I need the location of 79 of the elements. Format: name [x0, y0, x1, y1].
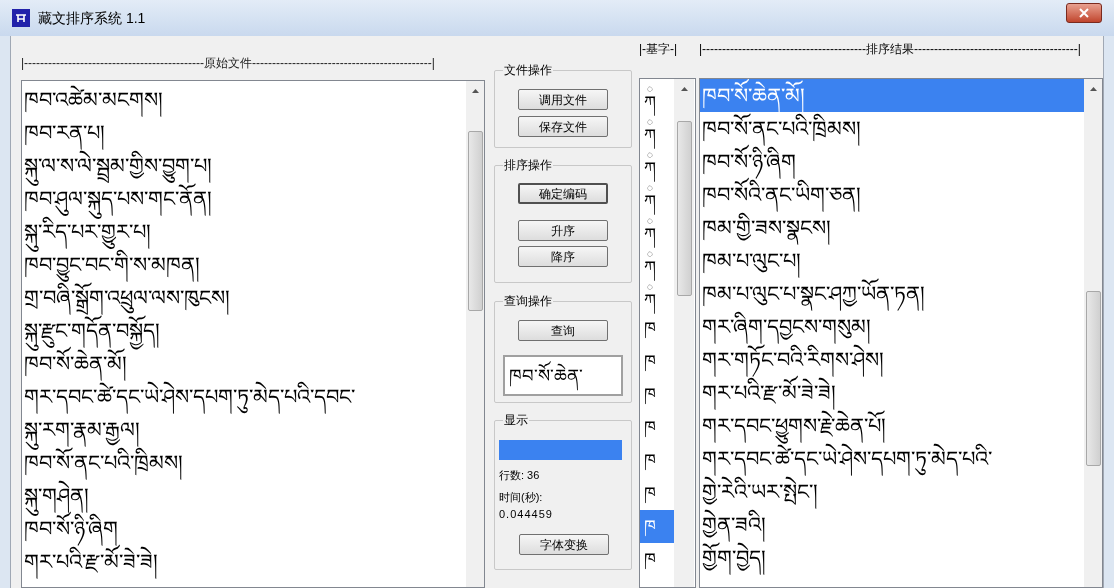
dotted-circle-mark: ◌ [647, 116, 653, 127]
base-letter: ཁ [644, 550, 656, 569]
action-button[interactable]: 调用文件 [518, 89, 608, 110]
base-letter: ཁ [644, 418, 656, 437]
action-button[interactable]: 降序 [518, 246, 608, 267]
action-button[interactable]: 保存文件 [518, 116, 608, 137]
dotted-circle-mark: ◌ [647, 248, 653, 259]
query-button[interactable]: 查询 [518, 320, 608, 341]
base-letter: ཁ [644, 517, 656, 536]
list-item[interactable]: ཁ [640, 444, 674, 477]
list-item[interactable]: གྱེ་རེའི་ཡར་སྤེང་། [700, 475, 1084, 508]
list-item[interactable]: ཁ [640, 411, 674, 444]
list-item[interactable]: གྲ་བཞི་སྒྲོག་འཕྲུལ་ལས་ཁུངས། [24, 281, 464, 314]
query-text: ཁབ་སོ་ཆེན་ [509, 358, 583, 393]
list-item[interactable]: ◌ ཀ [640, 279, 674, 312]
group-title: 文件操作 [503, 63, 553, 77]
list-item[interactable]: གར་དབང་ཕྱུགས་རྗེ་ཆེན་པོ། [700, 409, 1084, 442]
list-item[interactable]: ཁབ་སོའི་ནང་ཡིག་ཅན། [700, 178, 1084, 211]
list-item[interactable]: ཁ [640, 378, 674, 411]
list-item[interactable]: ◌ ཀ [640, 213, 674, 246]
list-item[interactable]: ཁ [640, 543, 674, 576]
list-item[interactable]: གྱོག་བྱེད། [700, 541, 1084, 574]
dotted-circle-mark: ◌ [647, 215, 653, 226]
list-item[interactable]: ◌ ཀ [640, 180, 674, 213]
list-item[interactable]: ཁམ་གྱི་ཟས་སྣངས། [700, 211, 1084, 244]
list-item[interactable]: ཁབ་འཚེམ་མངགས། [24, 83, 464, 116]
close-icon [1079, 8, 1089, 18]
list-item[interactable]: གར་དབང་ཚེ་དང་ཡེ་ཤེས་དཔག་ཏུ་མེད་པའི་ [700, 442, 1084, 475]
group-title: 查询操作 [503, 294, 553, 308]
line-count: 行数: 36 [499, 468, 541, 482]
scrollbar-thumb[interactable] [1085, 291, 1101, 466]
list-item[interactable]: གར་པའི་རྫ་མོ་ཟེ་ཟེ། [24, 545, 464, 578]
list-item[interactable]: གར་པའི་རྫ་མོ་ཟེ་ཟེ། [700, 376, 1084, 409]
time-value: 0.044459 [499, 507, 554, 521]
column-header: |-----------------------------------------排序结果-----------------------------------------| [699, 41, 1082, 58]
scroll-up-icon[interactable] [1089, 87, 1097, 91]
list-item[interactable]: ཁབ་སོ་ཆེན་མོ། [700, 79, 1084, 112]
group-title: 排序操作 [503, 158, 553, 172]
dotted-circle-mark: ◌ [647, 83, 653, 94]
list-item[interactable]: ◌ ཀ [640, 246, 674, 279]
list-item[interactable]: ཁ [640, 510, 674, 543]
query-field[interactable]: ཁབ་སོ་ཆེན་ [503, 355, 623, 396]
list-item[interactable]: ◌ ཀ [640, 81, 674, 114]
scrollbar-thumb[interactable] [467, 131, 483, 311]
list-item[interactable]: ཁབ་རན་པ། [24, 116, 464, 149]
close-button[interactable] [1066, 3, 1102, 23]
list-item[interactable]: ◌ ཀ [640, 147, 674, 180]
base-letter: ཁ [644, 484, 656, 503]
base-letter: ཁ [644, 352, 656, 371]
column-header: |---------------------------------------------原始文件---------------------------------------------| [21, 55, 436, 72]
list-item[interactable]: ཁམ་པ་ལུང་པ་སྣང་ཤཀྱ་ཡོན་ཏན། [700, 277, 1084, 310]
list-item[interactable]: ཁབ་སོ་ཉི་ཞིག [700, 145, 1084, 178]
scrollbar-thumb[interactable] [676, 121, 692, 296]
list-item[interactable]: གར་ཞིག་དབྱངས་གསུམ། [700, 310, 1084, 343]
time-label: 时间(秒): [499, 490, 544, 504]
group-title: 显示 [503, 413, 529, 427]
window-title: 藏文排序系统 1.1 [38, 8, 146, 28]
scroll-up-icon[interactable] [680, 87, 688, 91]
list-item[interactable]: ཁ [640, 477, 674, 510]
dotted-circle-mark: ◌ [647, 281, 653, 292]
list-item[interactable]: ཁ [640, 345, 674, 378]
list-item[interactable]: གྱེན་ཟའི། [700, 508, 1084, 541]
font-convert-button[interactable]: 字体变换 [519, 534, 609, 555]
list-item[interactable]: ◌ ཀ [640, 114, 674, 147]
action-button[interactable]: 确定编码 [518, 183, 608, 204]
list-item[interactable]: ཁ [640, 312, 674, 345]
base-letter: ཁ [644, 451, 656, 470]
action-button[interactable]: 升序 [518, 220, 608, 241]
list-item[interactable]: ཁབ་སོ་ནང་པའི་ཁྲིམས། [700, 112, 1084, 145]
column-header: |-基字-| [639, 41, 679, 58]
scroll-up-icon[interactable] [471, 89, 479, 93]
dotted-circle-mark: ◌ [647, 149, 653, 160]
base-letter: ཁ [644, 319, 656, 338]
app-icon [12, 9, 30, 27]
list-item[interactable]: ཁམ་པ་ལུང་པ། [700, 244, 1084, 277]
list-item[interactable]: གར་གཏོང་བའི་རིགས་ཤེས། [700, 343, 1084, 376]
list-item[interactable]: གར་དབང་ཚེ་དང་ཡེ་ཤེས་དཔག་ཏུ་མེད་པའི་དབང་ [24, 380, 464, 413]
dotted-circle-mark: ◌ [647, 182, 653, 193]
base-letter: ཁ [644, 385, 656, 404]
